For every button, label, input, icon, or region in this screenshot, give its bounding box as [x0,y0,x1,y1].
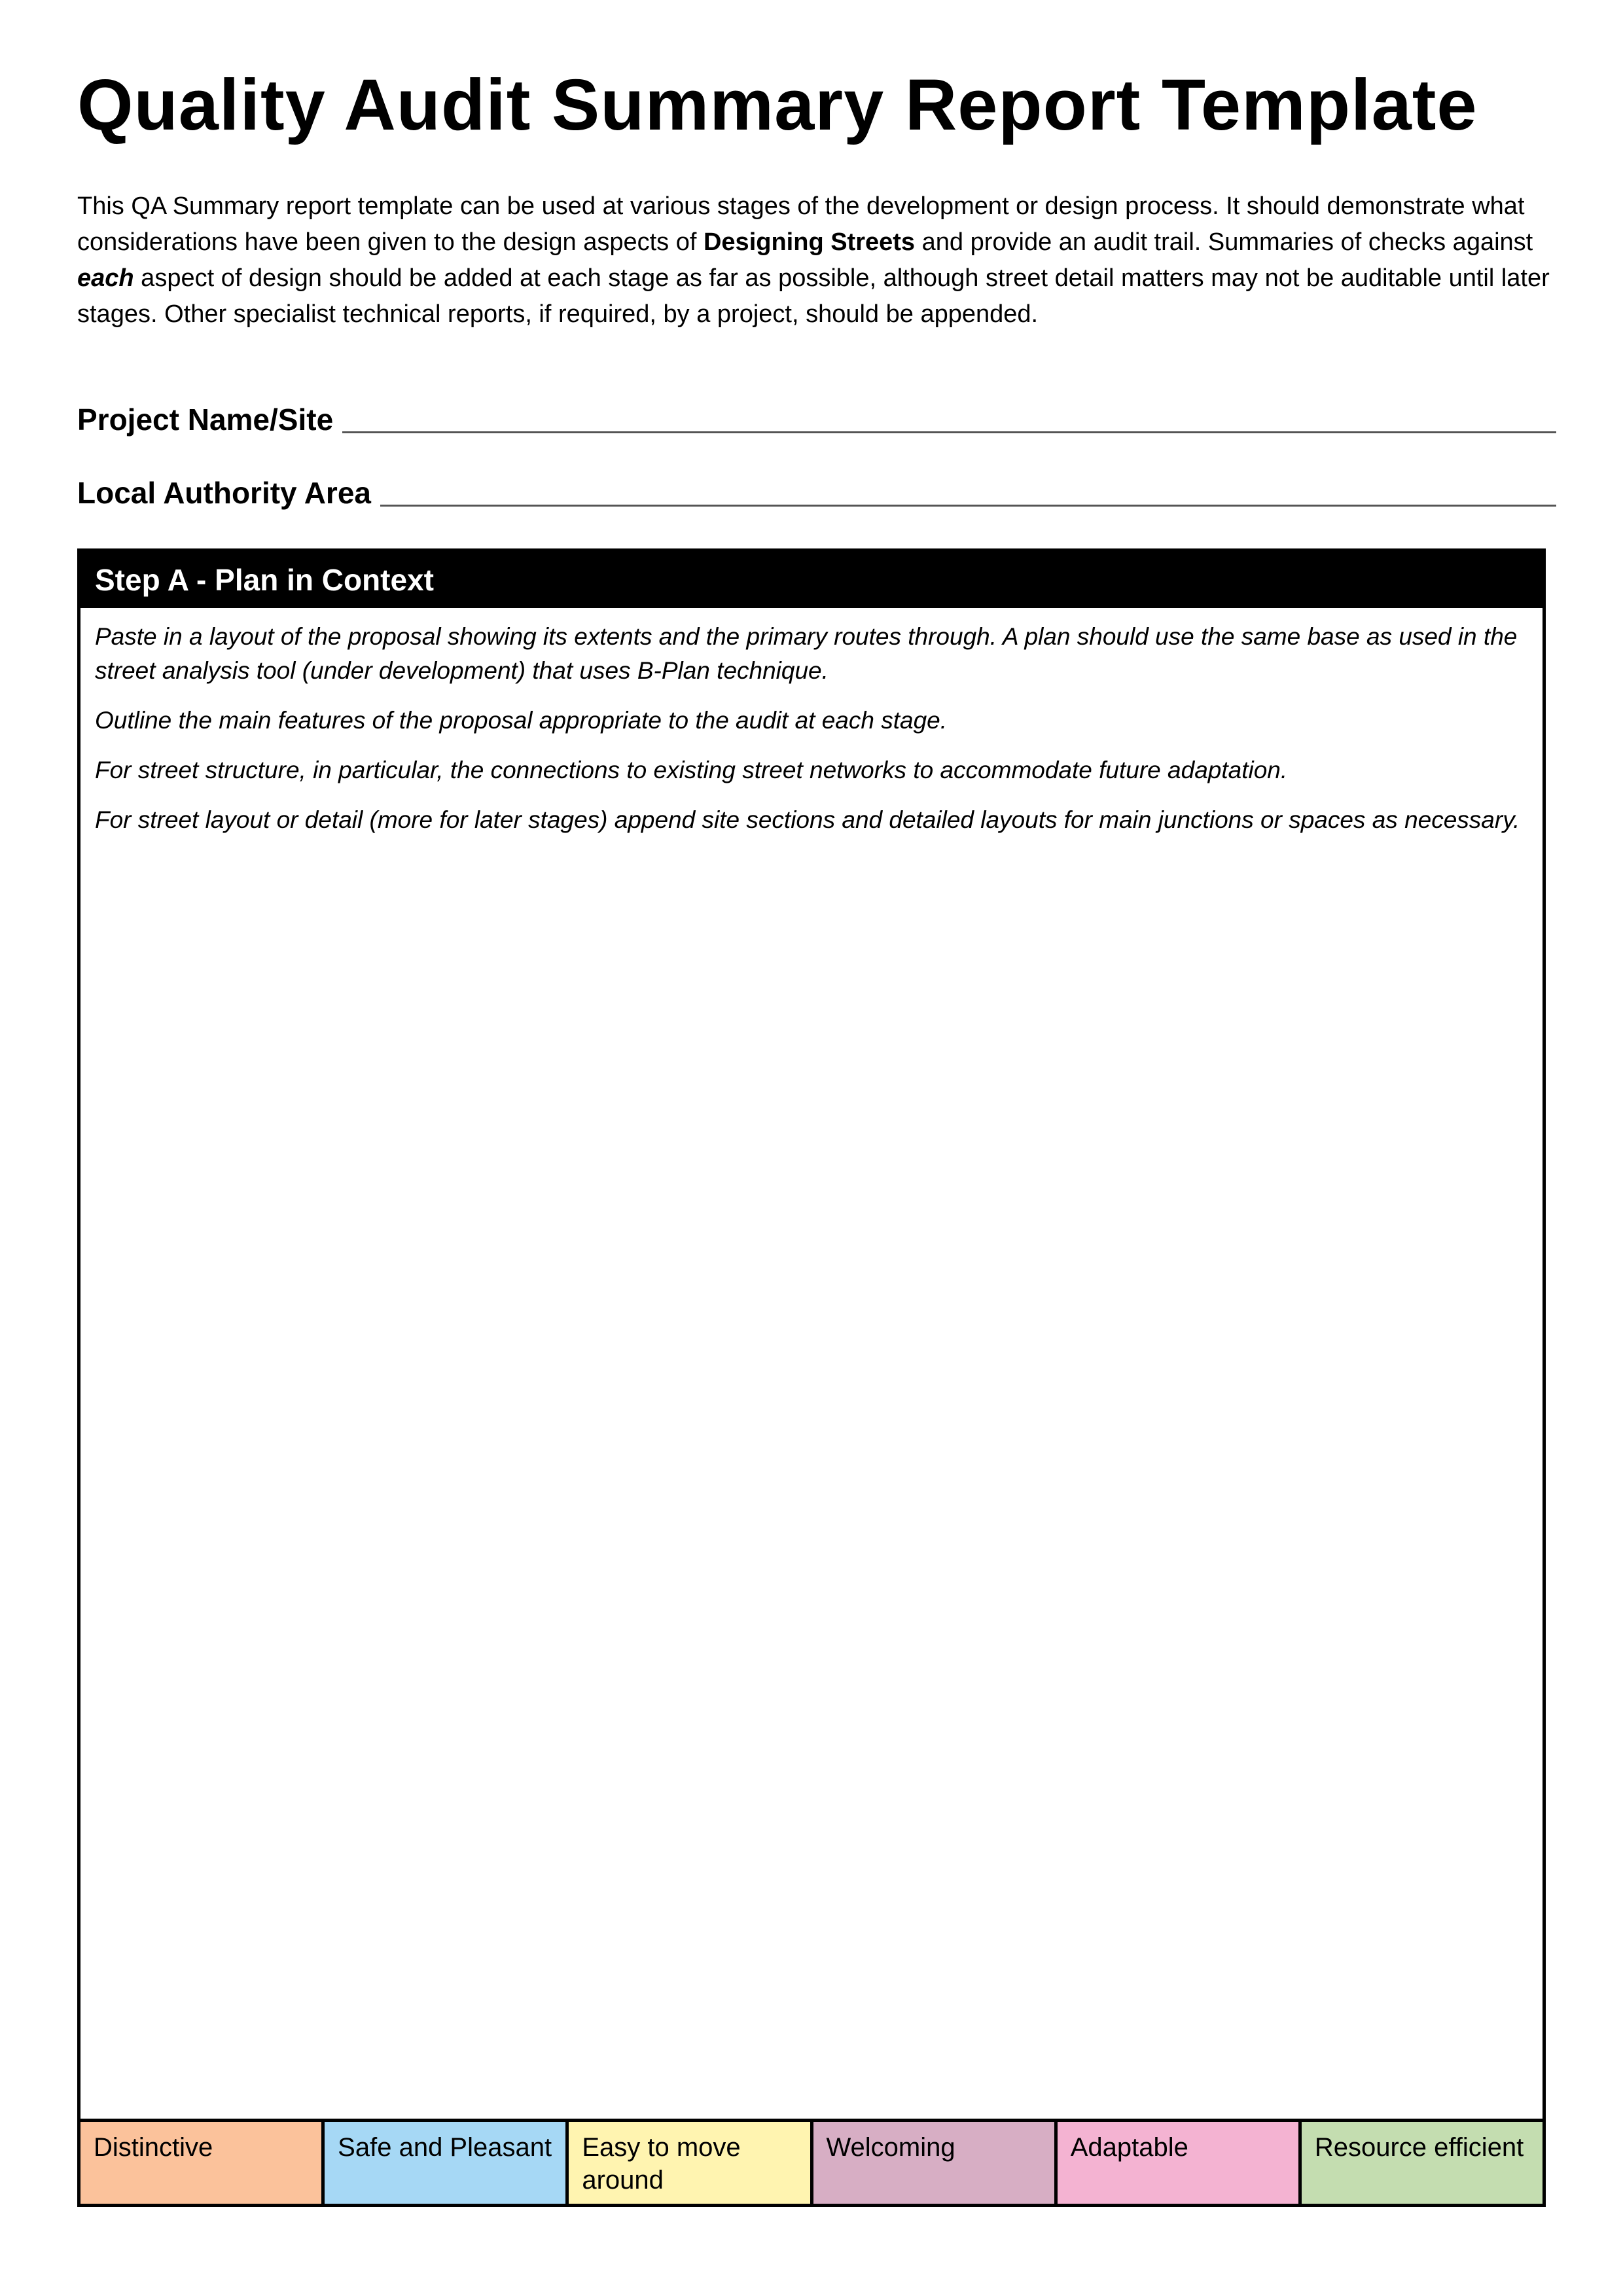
instruction-paragraph: Outline the main features of the proposa… [95,707,948,734]
quality-distinctive: Distinctive [80,2122,325,2204]
project-name-field: Project Name/Site [77,404,1556,435]
step-a-content-area[interactable]: Paste in a layout of the proposal showin… [80,608,1543,837]
qualities-row: Distinctive Safe and Pleasant Easy to mo… [80,2119,1543,2204]
step-a-heading: Step A - Plan in Context [80,552,1543,608]
intro-bold-each: each [77,264,134,292]
quality-welcoming: Welcoming [813,2122,1058,2204]
intro-text-2: and provide an audit trail. Summaries of… [915,228,1533,256]
project-name-label: Project Name/Site [77,403,334,437]
project-name-input-line[interactable] [342,431,1556,433]
intro-bold-designing-streets: Designing Streets [703,228,916,256]
quality-adaptable: Adaptable [1057,2122,1302,2204]
instruction-paragraph: For street structure, in particular, the… [95,757,1288,783]
quality-safe-and-pleasant: Safe and Pleasant [325,2122,569,2204]
page-title: Quality Audit Summary Report Template [77,65,1478,145]
local-authority-field: Local Authority Area [77,478,1556,508]
instruction-paragraph: Paste in a layout of the proposal showin… [95,623,1518,684]
step-a-section: Step A - Plan in Context Paste in a layo… [77,548,1546,2207]
local-authority-label: Local Authority Area [77,476,371,510]
quality-easy-to-move-around: Easy to move around [569,2122,813,2204]
quality-resource-efficient: Resource efficient [1301,2122,1543,2204]
intro-paragraph: This QA Summary report template can be u… [77,188,1556,332]
local-authority-input-line[interactable] [380,504,1556,507]
instruction-paragraph: For street layout or detail (more for la… [95,806,1520,833]
intro-text-3: aspect of design should be added at each… [77,264,1550,328]
